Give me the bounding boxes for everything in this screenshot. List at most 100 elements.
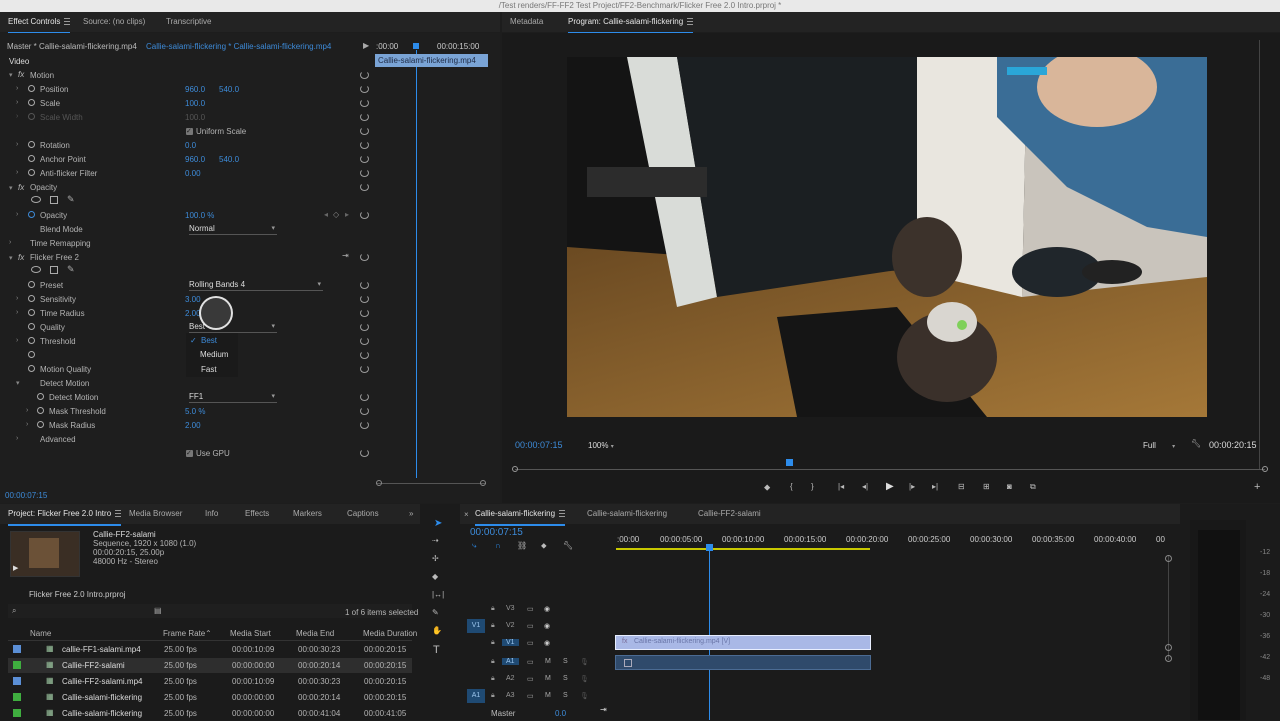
selection-tool-icon[interactable]: ➤ xyxy=(434,518,442,529)
rectangle-mask-icon[interactable] xyxy=(50,266,58,274)
lock-icon[interactable]: 🔒︎ xyxy=(491,658,495,666)
sequence-clip-label[interactable]: Callie-salami-flickering * Callie-salami… xyxy=(146,42,331,51)
play-icon[interactable]: ▶ xyxy=(13,564,18,572)
prev-keyframe-icon[interactable]: ◂ xyxy=(324,210,328,219)
toggle-sync-icon[interactable]: ▭ xyxy=(527,605,534,613)
mute-button[interactable]: M xyxy=(545,692,551,699)
twirl-icon[interactable]: › xyxy=(26,407,28,414)
scroll-handle[interactable] xyxy=(1165,655,1172,662)
record-voiceover-icon[interactable]: 🎙︎ xyxy=(580,692,589,700)
mark-in-icon[interactable]: { xyxy=(790,482,793,491)
ellipse-mask-icon[interactable] xyxy=(31,266,41,273)
mask-threshold-value[interactable]: 5.0 % xyxy=(185,407,205,416)
panel-menu-icon[interactable] xyxy=(687,18,694,26)
quality-option[interactable]: Fast xyxy=(201,365,217,374)
reset-icon[interactable] xyxy=(360,127,369,135)
scroll-handle[interactable] xyxy=(1165,644,1172,651)
track-select-tool-icon[interactable]: ⇢ xyxy=(432,536,439,545)
source-patch-v1[interactable]: V1 xyxy=(467,619,485,633)
add-button-icon[interactable]: + xyxy=(1254,481,1260,493)
toggle-sync-icon[interactable]: ▭ xyxy=(527,675,534,683)
mark-out-icon[interactable]: } xyxy=(811,482,814,491)
more-tabs-icon[interactable]: » xyxy=(409,504,413,524)
eye-icon[interactable]: ◉ xyxy=(544,605,550,613)
stopwatch-icon[interactable] xyxy=(28,169,35,176)
razor-tool-icon[interactable]: ◆ xyxy=(432,572,438,581)
panel-menu-icon[interactable] xyxy=(559,510,566,518)
preset-select[interactable]: Rolling Bands 4 ▾ xyxy=(189,280,323,291)
step-forward-icon[interactable]: |▸ xyxy=(909,482,915,491)
reset-icon[interactable] xyxy=(360,393,369,401)
tab-captions[interactable]: Captions xyxy=(347,504,379,524)
reset-icon[interactable] xyxy=(360,183,369,191)
table-row[interactable]: ▦ Callie-salami-flickering 25.00 fps 00:00:… xyxy=(8,706,412,721)
reset-icon[interactable] xyxy=(360,113,369,121)
go-to-in-icon[interactable]: |◂ xyxy=(838,482,844,491)
toggle-sync-icon[interactable]: ▭ xyxy=(527,622,534,630)
lock-icon[interactable]: 🔒︎ xyxy=(491,605,495,613)
toggle-sync-icon[interactable]: ▭ xyxy=(527,692,534,700)
stopwatch-icon[interactable] xyxy=(28,155,35,162)
opacity-value[interactable]: 100.0 % xyxy=(185,211,214,220)
solo-button[interactable]: S xyxy=(563,675,568,682)
lift-icon[interactable]: ⊟ xyxy=(958,482,965,491)
ripple-edit-tool-icon[interactable]: ✢ xyxy=(432,554,439,563)
quality-option[interactable]: Best xyxy=(201,336,217,345)
label-color-swatch[interactable] xyxy=(13,693,21,701)
lock-icon[interactable]: 🔒︎ xyxy=(491,639,495,647)
column-media-end[interactable]: Media End xyxy=(296,629,334,638)
close-icon[interactable]: × xyxy=(464,510,469,519)
record-voiceover-icon[interactable]: 🎙︎ xyxy=(580,658,589,666)
table-row[interactable]: ▦ Callie-salami-flickering 25.00 fps 00:00:… xyxy=(8,690,412,705)
tab-effects[interactable]: Effects xyxy=(245,504,269,524)
stopwatch-icon[interactable] xyxy=(28,295,35,302)
ellipse-mask-icon[interactable] xyxy=(31,196,41,203)
program-time-ruler[interactable] xyxy=(515,469,1265,470)
twirl-icon[interactable]: › xyxy=(16,141,18,148)
reset-icon[interactable] xyxy=(360,155,369,163)
go-to-end-icon[interactable]: ⇥ xyxy=(600,705,607,714)
lock-icon[interactable]: 🔒︎ xyxy=(491,675,495,683)
panel-menu-icon[interactable] xyxy=(64,18,71,26)
playback-quality-select[interactable]: Full ▾ xyxy=(1143,441,1175,450)
track-label-v1[interactable]: V1 xyxy=(502,639,519,646)
add-marker-icon[interactable]: ⬥ xyxy=(541,541,547,551)
reset-icon[interactable] xyxy=(360,337,369,345)
add-keyframe-icon[interactable]: ◇ xyxy=(333,210,339,219)
ec-playhead-icon[interactable] xyxy=(413,43,419,49)
tab-media-browser[interactable]: Media Browser xyxy=(129,504,182,524)
record-voiceover-icon[interactable]: 🎙︎ xyxy=(580,675,589,683)
timeline-timecode[interactable]: 00:00:07:15 xyxy=(470,527,523,538)
reset-icon[interactable] xyxy=(360,407,369,415)
search-icon[interactable]: ⌕ xyxy=(12,606,16,616)
collapse-arrow-icon[interactable]: ▶ xyxy=(363,41,369,50)
rectangle-mask-icon[interactable] xyxy=(50,196,58,204)
tab-sequence-1[interactable]: Callie-salami-flickering xyxy=(475,504,566,526)
anchor-x[interactable]: 960.0 xyxy=(185,155,205,164)
table-row[interactable]: ▦ callie-FF1-salami.mp4 25.00 fps 00:00:10:… xyxy=(8,642,412,657)
master-track-value[interactable]: 0.0 xyxy=(555,709,566,718)
stopwatch-icon[interactable] xyxy=(28,337,35,344)
twirl-icon[interactable]: › xyxy=(16,309,18,316)
twirl-icon[interactable]: › xyxy=(16,435,18,442)
reset-icon[interactable] xyxy=(360,253,369,261)
twirl-icon[interactable]: › xyxy=(16,85,18,92)
mute-button[interactable]: M xyxy=(545,658,551,665)
stopwatch-icon[interactable] xyxy=(28,211,35,218)
nest-toggle-icon[interactable]: ⤷ xyxy=(472,541,476,551)
comparison-view-icon[interactable]: ⧉ xyxy=(1030,482,1036,492)
reset-icon[interactable] xyxy=(360,141,369,149)
track-label-v2[interactable]: V2 xyxy=(502,622,519,629)
label-color-swatch[interactable] xyxy=(13,709,21,717)
ruler-handle-left[interactable] xyxy=(512,466,518,472)
type-tool-icon[interactable]: T xyxy=(433,644,440,656)
column-name[interactable]: Name xyxy=(30,629,51,638)
reset-icon[interactable] xyxy=(360,71,369,79)
lock-icon[interactable]: 🔒︎ xyxy=(491,622,495,630)
motion-twirl-icon[interactable]: ▾ xyxy=(9,71,13,79)
scale-value[interactable]: 100.0 xyxy=(185,99,205,108)
twirl-icon[interactable]: › xyxy=(16,99,18,106)
reset-icon[interactable] xyxy=(360,421,369,429)
tab-effect-controls[interactable]: Effect Controls xyxy=(8,12,71,34)
timeline-settings-icon[interactable]: 🔧︎ xyxy=(563,541,573,550)
